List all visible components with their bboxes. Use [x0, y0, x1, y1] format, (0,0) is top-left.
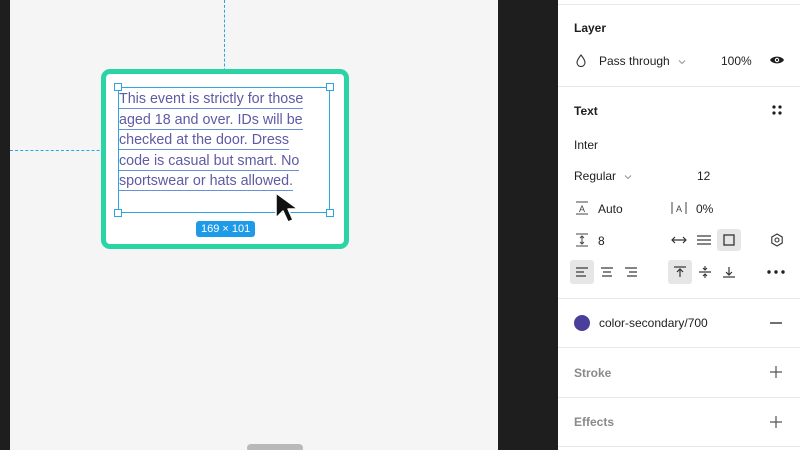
effects-section-divider: [558, 397, 800, 398]
paragraph-spacing-icon: [576, 233, 588, 247]
resize-handle-top-left[interactable]: [114, 83, 122, 91]
letter-spacing-input[interactable]: 0%: [696, 202, 713, 216]
layer-opacity-value[interactable]: 100%: [721, 54, 752, 68]
text-section-divider: [558, 86, 800, 87]
align-left-icon: [576, 267, 588, 277]
add-effect-icon[interactable]: [770, 416, 782, 428]
left-edge: [0, 0, 10, 450]
line-height-input[interactable]: Auto: [598, 202, 623, 216]
align-top-button[interactable]: [668, 260, 692, 284]
chevron-down-icon: [624, 174, 632, 180]
canvas-gutter: [498, 0, 558, 450]
layer-section-title: Layer: [574, 21, 607, 35]
stroke-section-title: Stroke: [574, 366, 612, 380]
line-height-icon: A: [576, 201, 588, 215]
blend-drop-icon: [576, 54, 586, 67]
fixed-size-button[interactable]: [717, 229, 741, 251]
align-top-icon: [674, 266, 686, 277]
resize-handle-bottom-left[interactable]: [114, 209, 122, 217]
blend-mode-select[interactable]: Pass through: [599, 54, 686, 68]
mouse-cursor-icon: [275, 192, 299, 223]
stroke-section-divider: [558, 347, 800, 348]
fill-section-divider: [558, 298, 800, 299]
properties-panel: Layer Pass through 100% Text Inter Regul…: [558, 0, 800, 450]
text-section-title: Text: [574, 104, 598, 118]
fixed-size-icon: [723, 234, 735, 246]
blend-mode-value: Pass through: [599, 54, 670, 68]
fill-color-swatch[interactable]: [574, 315, 590, 331]
type-settings-icon[interactable]: [770, 233, 784, 247]
font-size-input[interactable]: 12: [697, 169, 710, 183]
design-canvas[interactable]: This event is strictly for those aged 18…: [10, 0, 498, 450]
align-bottom-icon[interactable]: [722, 265, 736, 279]
align-right-icon[interactable]: [624, 266, 638, 278]
text-styles-grid-icon[interactable]: [771, 104, 783, 116]
chevron-down-icon: [678, 59, 686, 65]
letter-spacing-icon: A: [671, 202, 687, 214]
align-center-icon[interactable]: [600, 266, 614, 278]
more-options-icon[interactable]: [767, 270, 785, 274]
paragraph-spacing-input[interactable]: 8: [598, 234, 605, 248]
effects-section-title: Effects: [574, 415, 615, 429]
resize-handle-top-right[interactable]: [326, 83, 334, 91]
add-stroke-icon[interactable]: [770, 366, 782, 378]
fill-style-name[interactable]: color-secondary/700: [599, 316, 708, 330]
svg-text:A: A: [676, 204, 682, 214]
scroll-indicator[interactable]: [247, 444, 303, 450]
font-weight-value: Regular: [574, 169, 617, 183]
align-middle-icon[interactable]: [698, 265, 712, 279]
svg-text:A: A: [579, 204, 585, 214]
eye-icon[interactable]: [769, 54, 785, 66]
auto-height-icon[interactable]: [696, 234, 712, 246]
panel-top-divider: [558, 4, 800, 5]
remove-fill-icon[interactable]: [770, 322, 782, 324]
font-weight-select[interactable]: Regular: [574, 169, 632, 183]
figma-editor: This event is strictly for those aged 18…: [0, 0, 800, 450]
dimension-badge: 169 × 101: [196, 221, 256, 237]
font-family-select[interactable]: Inter: [574, 138, 598, 152]
align-left-button[interactable]: [570, 260, 594, 284]
auto-width-icon[interactable]: [671, 234, 687, 246]
bottom-divider: [558, 446, 800, 447]
resize-handle-bottom-right[interactable]: [326, 209, 334, 217]
